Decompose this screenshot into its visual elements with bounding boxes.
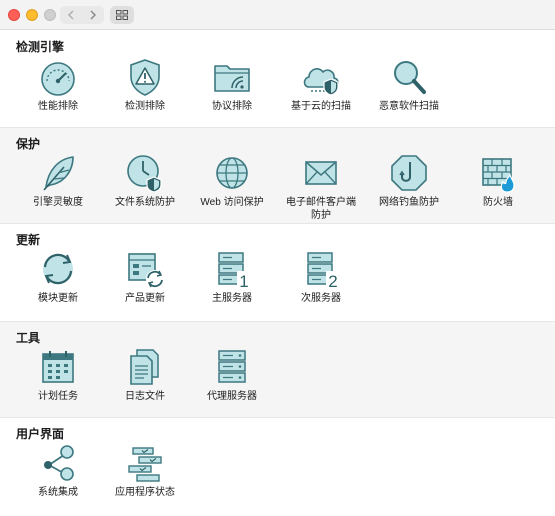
feather-icon (43, 156, 74, 191)
section-title: 更新 (16, 233, 41, 247)
section-detection-engine: 检测引擎 性能排除 检测排除 协议排除 基于云的扫描 恶意软件扫描 (0, 31, 555, 127)
item-label: 文件系统防护 (115, 197, 175, 208)
item-web-access-protection[interactable]: Web 访问保护 (188, 153, 276, 209)
clock-shield-icon (127, 155, 162, 193)
item-system-integration[interactable]: 系统集成 (14, 443, 102, 499)
chevron-right-icon (90, 10, 97, 20)
zoom-window-button[interactable] (44, 9, 56, 21)
folder-signal-icon (214, 65, 250, 92)
section-title: 检测引擎 (16, 40, 65, 54)
item-label: 次服务器 (301, 293, 341, 304)
minimize-window-button[interactable] (26, 9, 38, 21)
item-label: 网络钓鱼防护 (379, 197, 439, 208)
hook-octagon-icon (391, 155, 427, 191)
section-update: 更新 模块更新 产品更新 1 主服务器 2 次服务器 (0, 224, 555, 321)
server-stack-icon (218, 350, 246, 383)
section-title: 用户界面 (16, 427, 65, 441)
item-email-client-protection[interactable]: 电子邮件客户端 防护 (277, 153, 365, 222)
grid-icon (116, 10, 128, 20)
envelope-icon (305, 161, 337, 185)
section-user-interface: 用户界面 系统集成 应用程序状态 (0, 418, 555, 516)
item-label: 产品更新 (125, 293, 165, 304)
item-label: 引擎灵敏度 (33, 197, 83, 208)
magnifier-icon (394, 61, 426, 94)
item-file-system-protection[interactable]: 文件系统防护 (101, 153, 189, 209)
window-refresh-icon (128, 253, 164, 288)
item-application-statuses[interactable]: 应用程序状态 (101, 443, 189, 499)
item-performance-exclusions[interactable]: 性能排除 (14, 57, 102, 113)
share-nodes-icon (44, 445, 74, 481)
item-label: Web 访问保护 (200, 197, 264, 208)
forward-button[interactable] (82, 6, 104, 24)
cloud-shield-icon (303, 68, 339, 96)
item-secondary-server[interactable]: 2 次服务器 (277, 249, 365, 305)
item-label: 主服务器 (212, 293, 252, 304)
item-firewall[interactable]: 防火墙 (454, 153, 542, 209)
item-detection-exclusions[interactable]: 检测排除 (101, 57, 189, 113)
item-label: 代理服务器 (207, 391, 257, 402)
firewall-icon (482, 158, 515, 193)
item-label: 应用程序状态 (115, 487, 175, 498)
refresh-icon (43, 253, 73, 285)
item-log-files[interactable]: 日志文件 (101, 347, 189, 403)
server-badge-number: 2 (328, 272, 337, 289)
item-label: 恶意软件扫描 (379, 101, 439, 112)
calendar-icon (42, 351, 74, 383)
close-window-button[interactable] (8, 9, 20, 21)
item-anti-phishing[interactable]: 网络钓鱼防护 (365, 153, 453, 209)
section-title: 工具 (16, 331, 41, 345)
item-label: 电子邮件客户端 防护 (286, 197, 356, 221)
item-label: 协议排除 (212, 101, 252, 112)
documents-icon (130, 349, 159, 385)
globe-icon (216, 157, 248, 189)
item-label: 性能排除 (38, 101, 78, 112)
server-primary-icon: 1 (218, 252, 251, 289)
item-module-updates[interactable]: 模块更新 (14, 249, 102, 305)
item-scheduler[interactable]: 计划任务 (14, 347, 102, 403)
item-label: 基于云的扫描 (291, 101, 351, 112)
section-protection: 保护 引擎灵敏度 文件系统防护 Web 访问保护 电子邮件客户端 防护 网络钓鱼… (0, 127, 555, 224)
show-all-button[interactable] (110, 6, 134, 24)
item-malware-scans[interactable]: 恶意软件扫描 (365, 57, 453, 113)
item-engine-sensitivity[interactable]: 引擎灵敏度 (14, 153, 102, 209)
item-protocol-exclusions[interactable]: 协议排除 (188, 57, 276, 113)
status-bars-icon (128, 447, 162, 482)
item-proxy-server[interactable]: 代理服务器 (188, 347, 276, 403)
item-label: 系统集成 (38, 487, 78, 498)
item-cloud-scanning[interactable]: 基于云的扫描 (277, 57, 365, 113)
chevron-left-icon (67, 10, 74, 20)
item-label: 防火墙 (483, 197, 513, 208)
gauge-icon (41, 62, 75, 96)
item-product-updates[interactable]: 产品更新 (101, 249, 189, 305)
section-title: 保护 (16, 137, 41, 151)
item-label: 计划任务 (38, 391, 78, 402)
back-button[interactable] (60, 6, 82, 24)
window-titlebar (0, 0, 555, 30)
item-label: 日志文件 (125, 391, 165, 402)
item-label: 模块更新 (38, 293, 78, 304)
section-tools: 工具 计划任务 日志文件 代理服务器 (0, 321, 555, 418)
server-secondary-icon: 2 (307, 252, 340, 289)
server-badge-number: 1 (239, 272, 248, 289)
item-label: 检测排除 (125, 101, 165, 112)
item-primary-server[interactable]: 1 主服务器 (188, 249, 276, 305)
shield-warning-icon (130, 59, 160, 96)
navigation-buttons (60, 6, 104, 24)
